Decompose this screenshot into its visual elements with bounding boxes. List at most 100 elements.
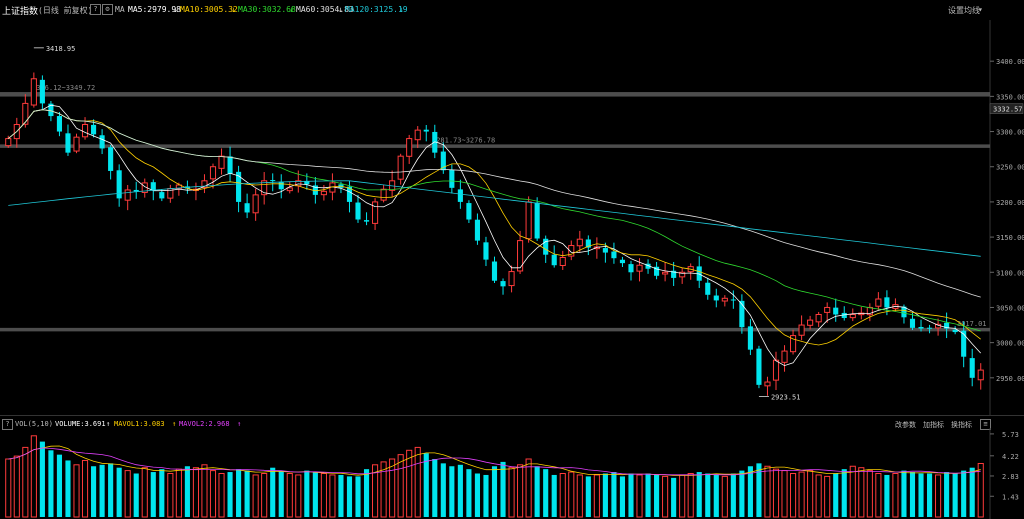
candlestick-chart[interactable]: 3400.00 3350.00 3300.00 3250.00 3200.00 3150.… (0, 20, 1024, 415)
ma-settings-button[interactable]: 设置均线 (948, 5, 980, 16)
volume-bar (926, 473, 933, 517)
candle-body (849, 313, 856, 319)
volume-bar (534, 466, 540, 517)
period-mode[interactable]: (日线 前复权) (38, 5, 92, 16)
volume-bar (671, 477, 677, 517)
volume-bar (432, 459, 438, 517)
volume-bar (807, 470, 814, 518)
volume-bar (815, 474, 822, 518)
candle-body (491, 261, 498, 281)
volume-bar (252, 474, 259, 518)
candle-body (926, 327, 933, 329)
chevron-down-icon[interactable]: ▾ (978, 5, 983, 14)
volume-bar (721, 475, 728, 518)
volume-bar (654, 474, 660, 517)
ma60-arrow-icon: ↓ (338, 5, 343, 14)
candle-body (619, 259, 626, 264)
volume-chart[interactable]: 5.73 4.22 2.83 1.43 (0, 428, 1024, 519)
candle-body (65, 133, 71, 153)
volume-bar (397, 454, 404, 518)
zone-label: 3281.73~3276.78 (432, 136, 495, 144)
volume-bar (824, 475, 831, 518)
volume-bar (81, 459, 89, 518)
candle-body (244, 203, 250, 213)
current-price-label: 3332.57 (993, 106, 1023, 114)
volume-bar (329, 474, 336, 518)
candle-body (730, 299, 736, 301)
candle-body (500, 281, 506, 287)
candle-body (116, 170, 122, 199)
volume-bar (611, 472, 617, 517)
candle-body (380, 188, 387, 201)
candle-body (73, 136, 80, 152)
volume-bar (772, 468, 780, 518)
candle-body (372, 201, 379, 224)
volume-bar (875, 473, 882, 518)
volume-bar (969, 467, 975, 517)
candle-body (320, 190, 327, 196)
volume-bar (312, 472, 318, 517)
volume-bar (48, 450, 54, 517)
candle-body (466, 203, 472, 220)
volume-bar (944, 472, 950, 517)
candle-body (525, 201, 532, 240)
candle-body (713, 295, 719, 301)
volume-bar (175, 468, 182, 518)
volume-bar (602, 473, 608, 517)
volume-bar (278, 470, 284, 517)
volume-bar (662, 475, 669, 518)
volume-bar (866, 470, 873, 518)
ma-label: MA (115, 5, 125, 14)
volume-bar (116, 467, 122, 517)
candle-body (662, 271, 669, 275)
candle-body (798, 324, 805, 336)
volume-indicator-name[interactable]: VOL(5,10) (15, 420, 53, 428)
candle-body (227, 156, 233, 174)
volume-bar (167, 473, 174, 518)
high-label: 3418.95 (46, 45, 76, 53)
candle-body (875, 298, 882, 307)
candle-body (781, 350, 788, 363)
volume-bar (466, 469, 472, 517)
volume-tick-label: 2.83 (1002, 473, 1019, 481)
volume-tick-label: 1.43 (1002, 493, 1019, 501)
volume-bar (320, 473, 327, 518)
candle-body (108, 147, 114, 171)
candle-body (747, 326, 753, 350)
candle-body (764, 381, 771, 387)
volume-bar (705, 473, 711, 517)
volume-bar (918, 473, 924, 517)
volume-bar (636, 474, 643, 518)
volume-bar (39, 441, 45, 517)
volume-bar (201, 464, 208, 518)
price-tick-label: 2950.00 (996, 375, 1024, 383)
volume-bar (517, 464, 524, 518)
candle-body (278, 181, 284, 190)
candle-body (449, 169, 455, 188)
candle-body (721, 297, 728, 302)
candle-body (534, 202, 540, 239)
volume-bar (781, 470, 788, 518)
candle-body (636, 264, 643, 272)
volume-bar (141, 467, 148, 518)
volume-bar (909, 472, 916, 517)
volume-bar (440, 463, 446, 517)
index-name[interactable]: 上证指数 (2, 4, 38, 17)
candle-body (414, 129, 421, 141)
volume-bar (99, 464, 105, 517)
candle-body (909, 318, 916, 328)
gear-icon[interactable]: ⚙ (102, 4, 113, 15)
candle-body (81, 124, 89, 138)
volume-bar (713, 474, 719, 517)
volume-bar (798, 471, 805, 518)
volume-bar (841, 469, 847, 517)
volume-tick-label: 4.22 (1002, 453, 1019, 461)
volume-bar (124, 470, 131, 518)
volume-value: VOLUME:3.691 (55, 420, 106, 428)
help-icon[interactable]: ? (90, 4, 101, 15)
volume-bar (687, 473, 694, 518)
volume-bar (952, 473, 958, 517)
volume-bar (91, 466, 97, 517)
volume-bar (491, 466, 498, 517)
volume-bar (423, 453, 429, 517)
